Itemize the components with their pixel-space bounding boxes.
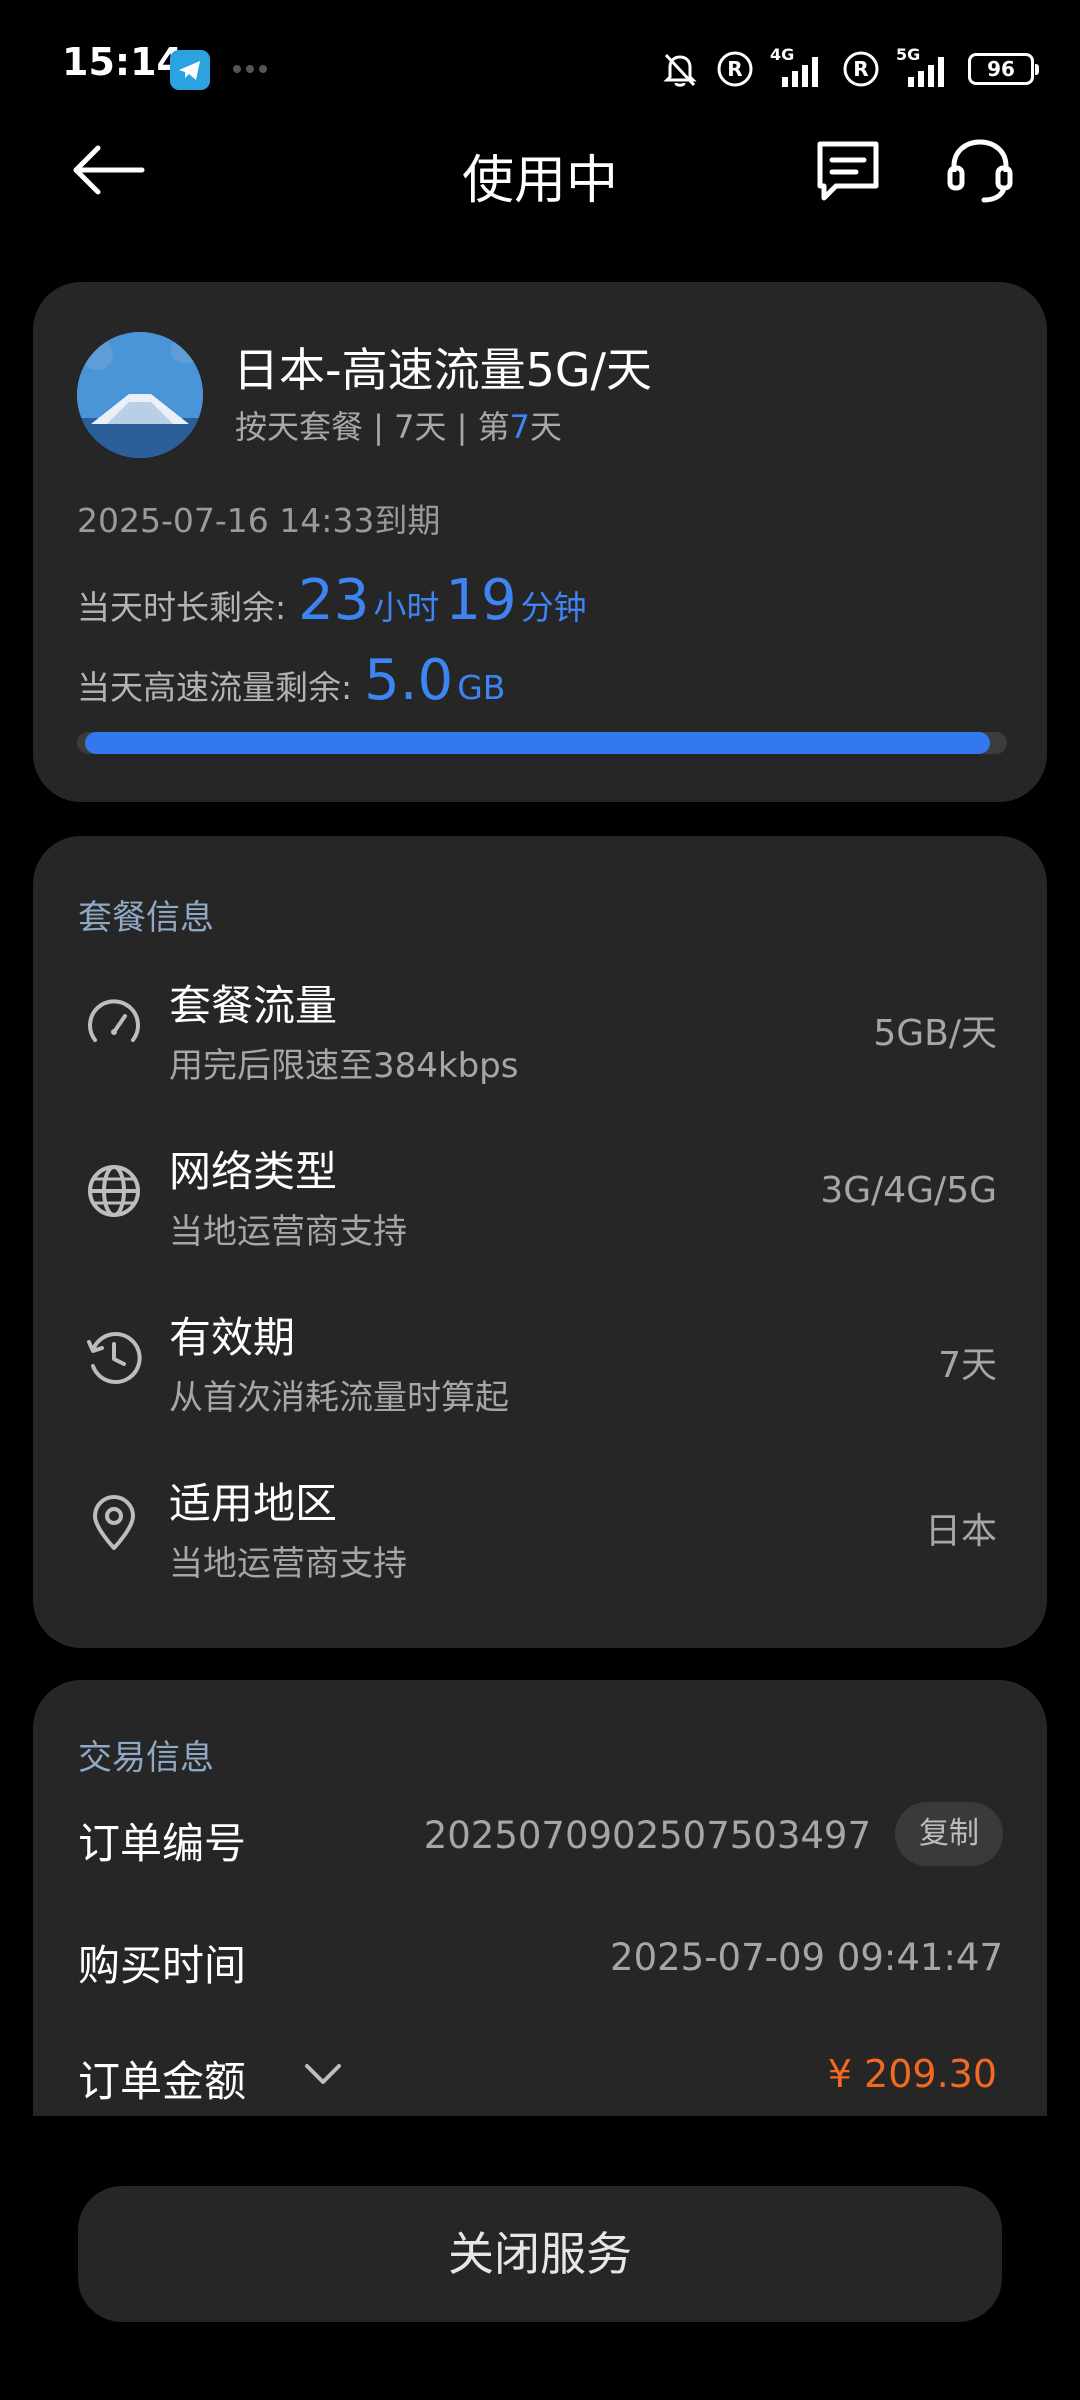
plan-item-desc: 当地运营商支持 <box>169 1544 407 1584</box>
customer-service-headset-icon[interactable] <box>944 136 1016 206</box>
order-amount-row[interactable]: 订单金额 ¥ 209.30 <box>33 2030 1047 2116</box>
purchase-time-value: 2025-07-09 09:41:47 <box>610 1936 1003 1979</box>
purchase-time-row: 购买时间 2025-07-09 09:41:47 <box>33 1914 1047 2004</box>
copy-button[interactable]: 复制 <box>895 1802 1003 1866</box>
speedometer-icon <box>88 999 140 1042</box>
chevron-down-icon[interactable] <box>301 2060 345 2090</box>
trade-info-card: 交易信息 订单编号 2025070902507503497 复制 购买时间 20… <box>33 1680 1047 2116</box>
plan-item-region: 适用地区 当地运营商支持 日本 <box>33 1452 1047 1612</box>
mute-bell-icon <box>663 53 697 87</box>
plan-item-validity: 有效期 从首次消耗流量时算起 7天 <box>33 1286 1047 1446</box>
globe-icon <box>88 1165 140 1217</box>
remaining-data: 当天高速流量剩余: 5.0 GB <box>77 648 505 713</box>
signal-5g-icon: 5G <box>894 45 954 89</box>
plan-item-value: 5GB/天 <box>873 1013 997 1054</box>
remaining-data-label: 当天高速流量剩余: <box>77 668 353 707</box>
order-number-row: 订单编号 2025070902507503497 复制 <box>33 1792 1047 1882</box>
plan-item-title: 适用地区 <box>169 1479 338 1528</box>
status-time: 15:14 <box>62 40 183 84</box>
plan-item-title: 网络类型 <box>169 1147 338 1196</box>
close-service-button[interactable]: 关闭服务 <box>78 2186 1002 2322</box>
svg-text:R: R <box>727 57 742 81</box>
telegram-icon <box>170 50 210 90</box>
plan-subtitle: 按天套餐 | 7天 | 第7天 <box>235 408 562 446</box>
data-progress-fill <box>85 732 990 754</box>
data-unit: GB <box>457 668 506 707</box>
plan-item-value: 3G/4G/5G <box>820 1170 997 1211</box>
svg-text:R: R <box>853 57 868 81</box>
plan-item-data: 套餐流量 用完后限速至384kbps 5GB/天 <box>33 954 1047 1114</box>
plan-item-value: 日本 <box>924 1511 997 1552</box>
order-number-value: 2025070902507503497 <box>423 1814 871 1857</box>
message-icon[interactable] <box>812 138 884 206</box>
status-bar: 15:14 R 4G R 5G 96 <box>0 0 1080 120</box>
data-progress-bar <box>77 732 1007 754</box>
location-pin-icon <box>93 1495 135 1550</box>
plan-info-title: 套餐信息 <box>78 898 214 938</box>
remaining-time-label: 当天时长剩余: <box>77 588 287 627</box>
order-amount-value: ¥ 209.30 <box>827 2052 997 2096</box>
plan-item-network: 网络类型 当地运营商支持 3G/4G/5G <box>33 1120 1047 1280</box>
plan-info-card: 套餐信息 套餐流量 用完后限速至384kbps 5GB/天 网络类型 当地运营商… <box>33 836 1047 1648</box>
expire-time: 2025-07-16 14:33到期 <box>77 501 441 540</box>
remaining-time: 当天时长剩余: 23 小时 19 分钟 <box>77 568 587 633</box>
plan-item-title: 套餐流量 <box>169 981 338 1030</box>
purchase-time-label: 购买时间 <box>78 1941 247 1990</box>
remaining-minutes: 19 <box>445 568 517 633</box>
remaining-data-value: 5.0 <box>364 648 454 713</box>
signal-4g-icon: 4G <box>768 45 828 89</box>
plan-item-desc: 当地运营商支持 <box>169 1212 407 1252</box>
minutes-unit: 分钟 <box>520 588 587 627</box>
roaming-r-icon: R <box>717 51 753 87</box>
battery-level: 96 <box>987 57 1015 81</box>
page-title: 使用中 <box>461 151 618 211</box>
order-amount-label: 订单金额 <box>78 2057 247 2106</box>
roaming-r-icon-2: R <box>843 51 879 87</box>
hours-unit: 小时 <box>373 588 440 627</box>
order-number-label: 订单编号 <box>78 1819 247 1868</box>
plan-item-title: 有效期 <box>169 1313 296 1362</box>
trade-info-title: 交易信息 <box>78 1738 214 1778</box>
header: 使用中 <box>0 120 1080 220</box>
battery-indicator: 96 <box>968 53 1039 85</box>
usage-card: 日本-高速流量5G/天 按天套餐 | 7天 | 第7天 2025-07-16 1… <box>33 282 1047 802</box>
plan-avatar-mount-fuji <box>77 332 203 458</box>
clock-history-icon <box>87 1332 142 1384</box>
plan-item-value: 7天 <box>938 1345 997 1386</box>
plan-name: 日本-高速流量5G/天 <box>233 343 653 397</box>
remaining-hours: 23 <box>298 568 370 633</box>
plan-item-desc: 用完后限速至384kbps <box>169 1046 519 1086</box>
plan-item-desc: 从首次消耗流量时算起 <box>169 1378 509 1418</box>
more-notifications-icon <box>233 65 267 73</box>
